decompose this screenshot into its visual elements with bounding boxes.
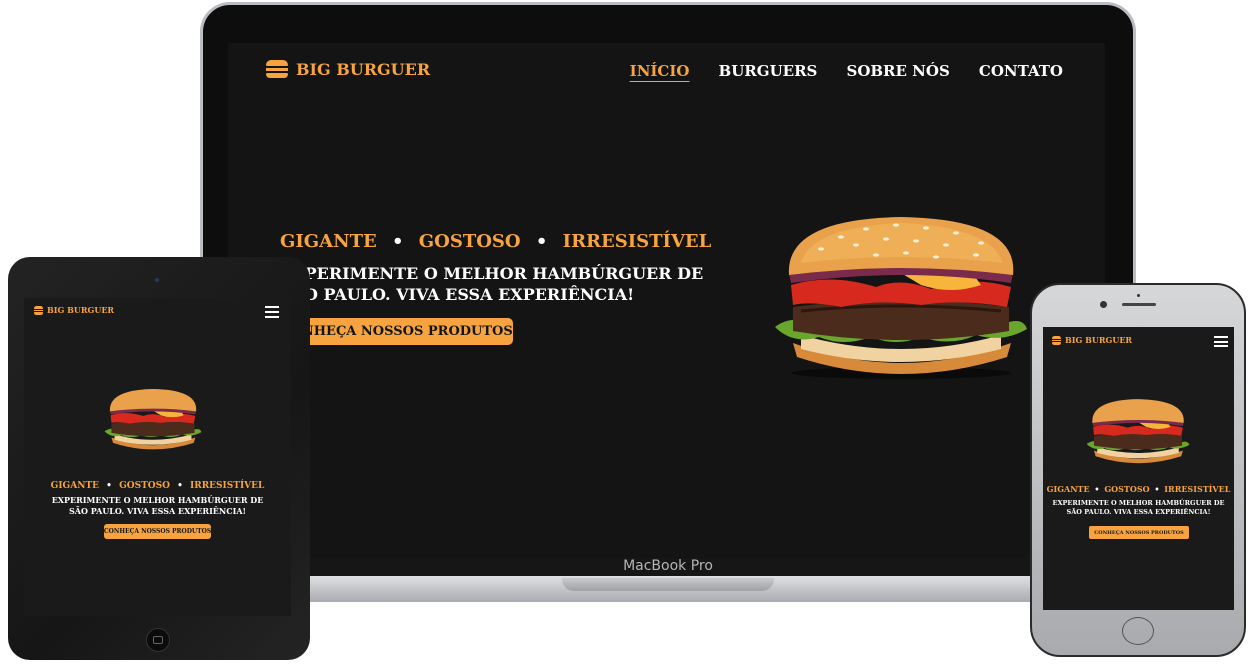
hero-burger-image (1086, 399, 1190, 464)
cta-button[interactable]: CONHEÇA NOSSOS PRODUTOS (1089, 526, 1189, 539)
headline-line-1: EXPERIMENTE O MELHOR HAMBÚRGUER DE (1052, 499, 1225, 507)
tagline-word-1: GIGANTE (1046, 484, 1090, 494)
headline-line-1: EXPERIMENTE O MELHOR HAMBÚRGUER DE (280, 264, 704, 283)
brand-logo[interactable]: BIG BURGUER (1052, 335, 1132, 345)
tablet-screen: BIG BURGUER GIGANTE • GOSTOSO • IRRESIST… (24, 298, 291, 616)
tagline-separator: • (391, 231, 404, 252)
burger-icon (1052, 335, 1061, 345)
phone-camera (1100, 301, 1107, 308)
burger-icon (34, 305, 43, 315)
brand-name: BIG BURGUER (47, 305, 115, 315)
tagline-word-2: GOSTOSO (119, 481, 170, 491)
tagline-separator: • (1094, 484, 1100, 494)
phone-sensor (1137, 294, 1140, 297)
hero-tagline: GIGANTE • GOSTOSO • IRRESISTÍVEL (1043, 484, 1234, 494)
hero-headline: EXPERIMENTE O MELHOR HAMBÚRGUER DE SÃO P… (1043, 499, 1234, 517)
nav-link-sobre-nos[interactable]: SOBRE NÓS (846, 62, 949, 80)
tagline-word-1: GIGANTE (280, 231, 377, 252)
headline-line-2: SÃO PAULO. VIVA ESSA EXPERIÊNCIA! (280, 285, 635, 304)
laptop-notch (562, 578, 774, 591)
tagline-separator: • (177, 481, 183, 491)
phone-screen: BIG BURGUER GIGANTE • GOSTOSO • IRRESIST… (1043, 327, 1234, 610)
tagline-word-1: GIGANTE (50, 481, 100, 491)
burger-icon (266, 59, 288, 79)
hero-headline: EXPERIMENTE O MELHOR HAMBÚRGUER DE SÃO P… (280, 263, 703, 305)
hero-burger-image (775, 217, 1027, 379)
headline-line-1: EXPERIMENTE O MELHOR HAMBÚRGUER DE (51, 495, 264, 505)
hero-burger-image (104, 389, 202, 450)
tagline-separator: • (1154, 484, 1160, 494)
tagline-word-3: IRRESISTÍVEL (562, 231, 712, 252)
nav-link-inicio[interactable]: INÍCIO (630, 62, 690, 80)
hero-tagline: GIGANTE • GOSTOSO • IRRESISTÍVEL (24, 481, 291, 491)
headline-line-2: SÃO PAULO. VIVA ESSA EXPERIÊNCIA! (1066, 508, 1211, 516)
tablet-camera (155, 278, 159, 282)
tagline-word-2: GOSTOSO (418, 231, 521, 252)
nav-link-contato[interactable]: CONTATO (979, 62, 1063, 80)
main-nav: INÍCIO BURGUERS SOBRE NÓS CONTATO (606, 61, 1063, 80)
menu-icon[interactable] (265, 306, 279, 318)
brand-logo[interactable]: BIG BURGUER (266, 59, 430, 79)
tagline-word-2: GOSTOSO (1104, 484, 1150, 494)
tablet-home-icon (153, 636, 163, 644)
brand-logo[interactable]: BIG BURGUER (34, 305, 114, 315)
menu-icon[interactable] (1214, 336, 1228, 347)
laptop-screen: BIG BURGUER INÍCIO BURGUERS SOBRE NÓS CO… (228, 43, 1105, 558)
hero-headline: EXPERIMENTE O MELHOR HAMBÚRGUER DE SÃO P… (24, 495, 291, 517)
tagline-separator: • (535, 231, 548, 252)
hero-tagline: GIGANTE • GOSTOSO • IRRESISTÍVEL (280, 231, 711, 252)
nav-link-burguers[interactable]: BURGUERS (719, 62, 818, 80)
brand-name: BIG BURGUER (296, 59, 431, 79)
phone-home-button[interactable] (1122, 617, 1154, 645)
tagline-separator: • (106, 481, 112, 491)
cta-button[interactable]: CONHEÇA NOSSOS PRODUTOS (280, 318, 513, 345)
cta-button[interactable]: CONHEÇA NOSSOS PRODUTOS (104, 524, 211, 539)
laptop-brand-label: MacBook Pro (623, 558, 713, 574)
phone-speaker (1122, 303, 1156, 306)
tagline-word-3: IRRESISTÍVEL (1164, 484, 1231, 494)
brand-name: BIG BURGUER (1065, 335, 1133, 345)
headline-line-2: SÃO PAULO. VIVA ESSA EXPERIÊNCIA! (68, 506, 247, 516)
tagline-word-3: IRRESISTÍVEL (190, 481, 265, 491)
